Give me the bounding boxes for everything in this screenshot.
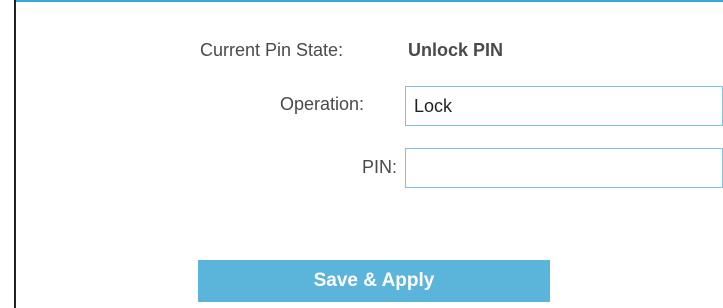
current-pin-state-value: Unlock PIN: [408, 40, 504, 60]
pin-label: PIN:: [362, 157, 398, 177]
current-pin-state-label: Current Pin State:: [200, 40, 344, 60]
operation-select[interactable]: Lock: [405, 86, 723, 126]
operation-selected-value: Lock: [414, 95, 453, 116]
left-frame-border: [0, 0, 16, 308]
save-apply-button[interactable]: Save & Apply: [198, 260, 550, 302]
pin-input[interactable]: [405, 148, 723, 188]
operation-label: Operation:: [280, 94, 365, 114]
